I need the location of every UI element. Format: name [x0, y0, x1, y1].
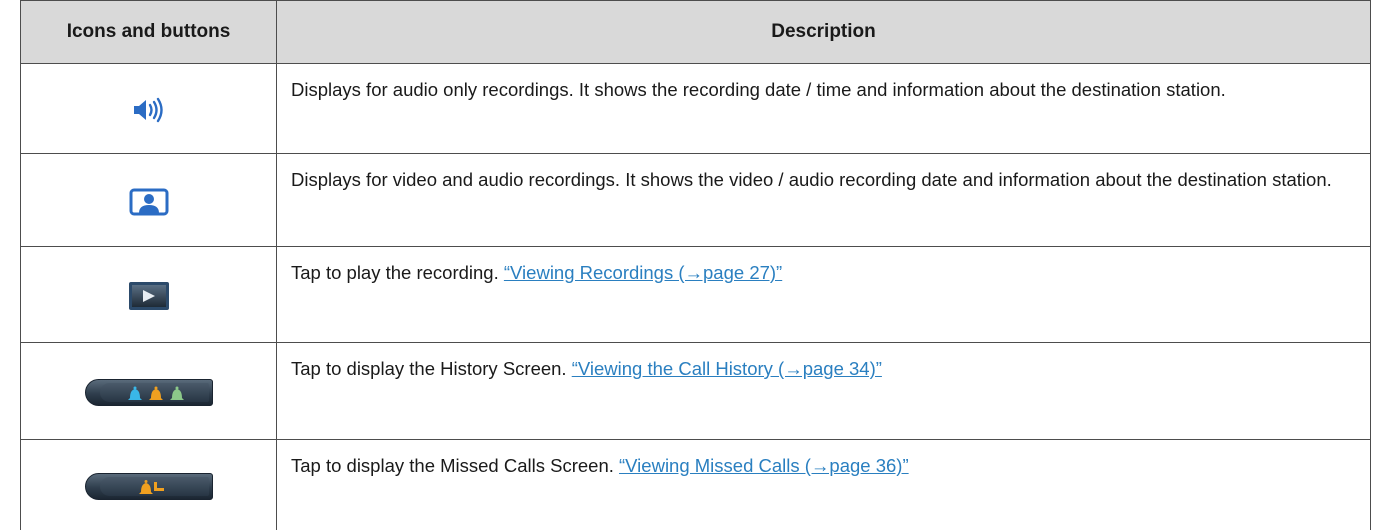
icon-cell — [21, 440, 277, 530]
icon-cell — [21, 343, 277, 440]
table-row: Displays for video and audio recordings.… — [21, 154, 1371, 247]
icon-cell — [21, 247, 277, 343]
description-text: Tap to display the Missed Calls Screen. — [291, 455, 619, 476]
description-cell: Displays for video and audio recordings.… — [277, 154, 1371, 247]
viewing-missed-calls-link[interactable]: “Viewing Missed Calls (→page 36)” — [619, 455, 909, 476]
description-cell: Tap to display the Missed Calls Screen. … — [277, 440, 1371, 530]
viewing-recordings-link[interactable]: “Viewing Recordings (→page 27)” — [504, 262, 782, 283]
icons-buttons-table: Icons and buttons Description Displays f… — [20, 0, 1371, 530]
table-row: Displays for audio only recordings. It s… — [21, 64, 1371, 154]
description-text: Tap to play the recording. — [291, 262, 504, 283]
description-text: Displays for audio only recordings. It s… — [291, 79, 1226, 100]
viewing-call-history-link[interactable]: “Viewing the Call History (→page 34)” — [572, 358, 882, 379]
video-person-icon — [129, 188, 169, 216]
speaker-audio-icon — [132, 97, 166, 123]
description-cell: Tap to play the recording. “Viewing Reco… — [277, 247, 1371, 343]
missed-calls-button-icon — [85, 473, 213, 500]
missed-bell-icon — [138, 478, 168, 496]
icon-cell — [21, 64, 277, 154]
description-cell: Displays for audio only recordings. It s… — [277, 64, 1371, 154]
history-bells-button-icon — [85, 379, 213, 406]
icon-cell — [21, 154, 277, 247]
table-row: Tap to display the History Screen. “View… — [21, 343, 1371, 440]
header-icons-and-buttons: Icons and buttons — [21, 1, 277, 64]
table-row: Tap to play the recording. “Viewing Reco… — [21, 247, 1371, 343]
table-header-row: Icons and buttons Description — [21, 1, 1371, 64]
header-description: Description — [277, 1, 1371, 64]
table-row: Tap to display the Missed Calls Screen. … — [21, 440, 1371, 530]
play-button-icon — [128, 281, 170, 311]
description-cell: Tap to display the History Screen. “View… — [277, 343, 1371, 440]
description-text: Tap to display the History Screen. — [291, 358, 572, 379]
bells-icon — [126, 385, 190, 402]
description-text: Displays for video and audio recordings.… — [291, 169, 1332, 190]
